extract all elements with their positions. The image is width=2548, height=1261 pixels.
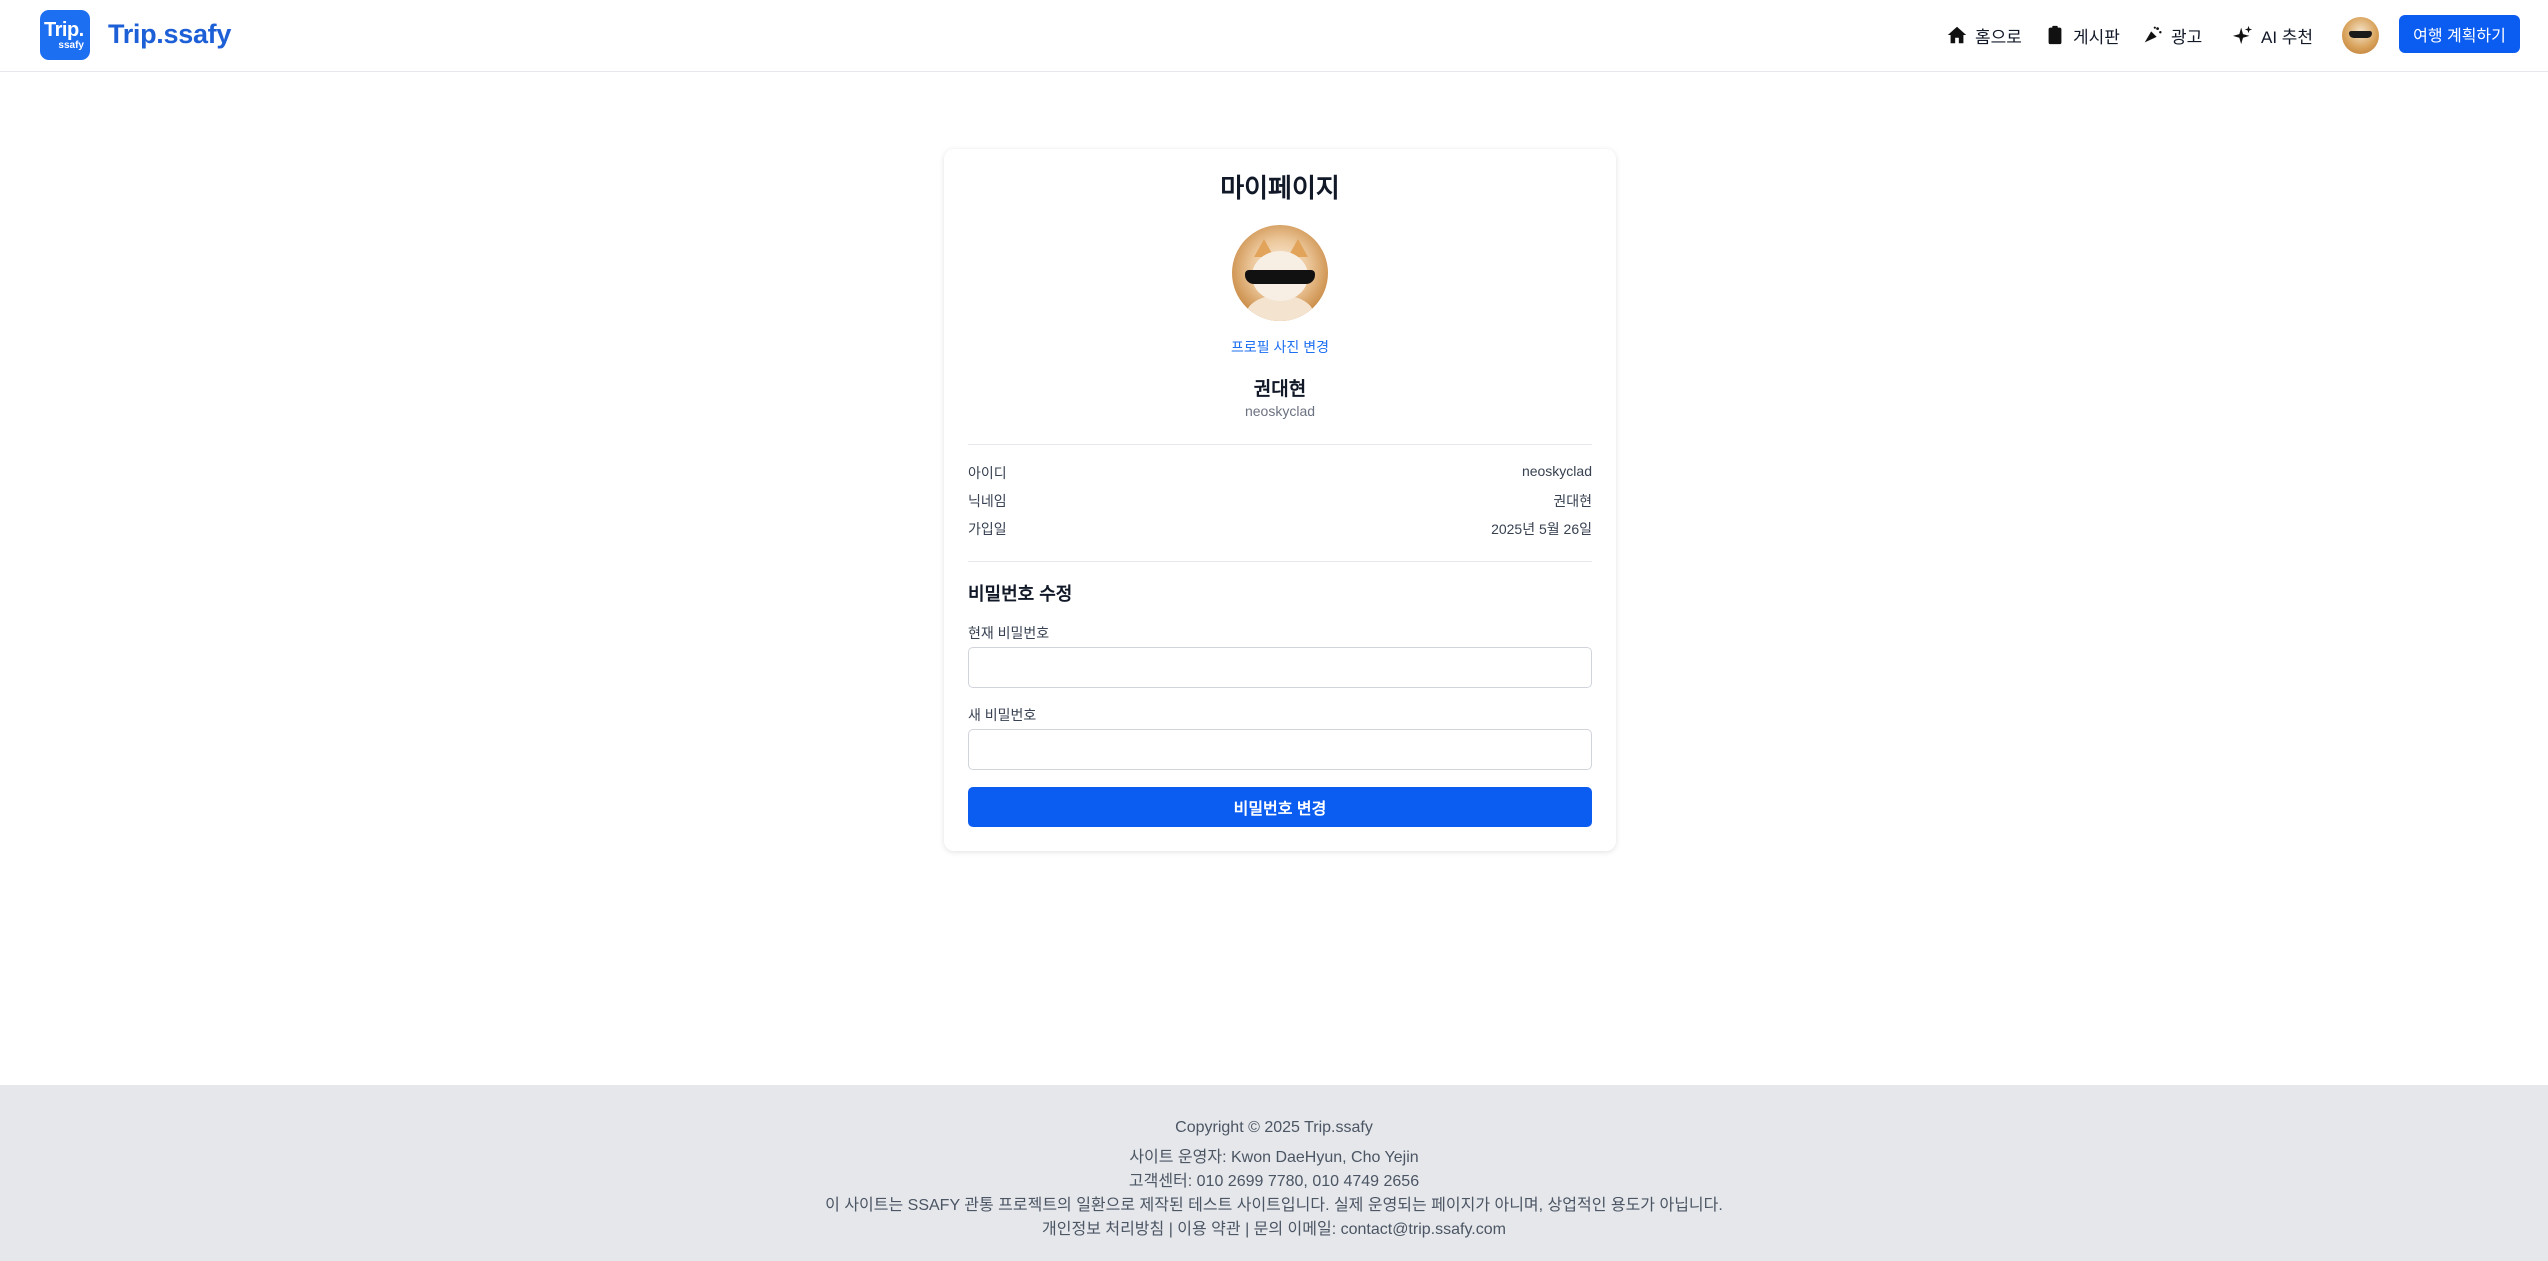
password-section-title: 비밀번호 수정 (968, 584, 1073, 604)
info-row-joined: 가입일 2025년 5월 26일 (968, 519, 1592, 539)
home-icon (1947, 26, 1967, 44)
page-title: 마이페이지 (1220, 173, 1340, 203)
logo-text: Trip. (44, 19, 84, 41)
nav-home-label: 홈으로 (1975, 27, 2022, 47)
info-row-nickname: 닉네임 권대현 (968, 491, 1592, 511)
footer-copyright: Copyright © 2025 Trip.ssafy (1175, 1119, 1373, 1136)
profile-username: neoskyclad (1244, 403, 1316, 419)
new-password-input[interactable] (968, 729, 1592, 770)
profile-avatar (1232, 225, 1328, 321)
nav-ads[interactable]: 광고 (2142, 22, 2202, 48)
divider (968, 444, 1592, 445)
logo-icon[interactable]: Trip. ssafy (40, 10, 90, 60)
info-label: 아이디 (968, 465, 1007, 481)
current-password-label: 현재 비밀번호 (968, 625, 1050, 641)
plan-trip-button[interactable]: 여행 계획하기 (2399, 15, 2520, 53)
megaphone-icon (2144, 26, 2162, 43)
logo-subtext: ssafy (58, 40, 84, 51)
nav-ai[interactable]: AI 추천 (2232, 22, 2313, 48)
info-value: neoskyclad (1521, 463, 1592, 479)
current-password-input[interactable] (968, 647, 1592, 688)
info-label: 닉네임 (968, 493, 1007, 509)
footer-contact: 고객센터: 010 2699 7780, 010 4749 2656 (1128, 1173, 1420, 1190)
nav-board[interactable]: 게시판 (2044, 22, 2120, 48)
user-avatar[interactable] (2342, 17, 2379, 54)
change-password-button[interactable]: 비밀번호 변경 (968, 787, 1592, 827)
brand-name[interactable]: Trip.ssafy (108, 19, 231, 50)
info-label: 가입일 (968, 521, 1007, 537)
footer-operator: 사이트 운영자: Kwon DaeHyun, Cho Yejin (1129, 1149, 1419, 1166)
footer-disclaimer: 이 사이트는 SSAFY 관통 프로젝트의 일환으로 제작된 테스트 사이트입니… (825, 1197, 1723, 1214)
mypage-card: 마이페이지 프로필 사진 변경 권대현 neoskyclad 아이디 neosk… (944, 149, 1616, 851)
nav-board-label: 게시판 (2073, 27, 2120, 47)
footer: Copyright © 2025 Trip.ssafy 사이트 운영자: Kwo… (0, 1085, 2548, 1261)
divider (968, 561, 1592, 562)
nav-ads-label: 광고 (2171, 27, 2203, 47)
info-value: 2025년 5월 26일 (1491, 521, 1592, 537)
info-row-id: 아이디 neoskyclad (968, 463, 1592, 483)
footer-links[interactable]: 개인정보 처리방침 | 이용 약관 | 문의 이메일: contact@trip… (0, 1215, 2548, 1239)
change-photo-link[interactable]: 프로필 사진 변경 (944, 337, 1616, 357)
new-password-label: 새 비밀번호 (968, 707, 1037, 723)
clipboard-icon (2048, 25, 2062, 45)
nav-home[interactable]: 홈으로 (1946, 22, 2022, 48)
info-value: 권대현 (1553, 493, 1592, 509)
nav-ai-label: AI 추천 (2261, 27, 2314, 47)
top-navbar: Trip. ssafy Trip.ssafy 홈으로 게시판 광고 AI 추천 … (0, 0, 2548, 72)
sparkles-icon (2232, 25, 2253, 45)
profile-name: 권대현 (1253, 379, 1307, 400)
